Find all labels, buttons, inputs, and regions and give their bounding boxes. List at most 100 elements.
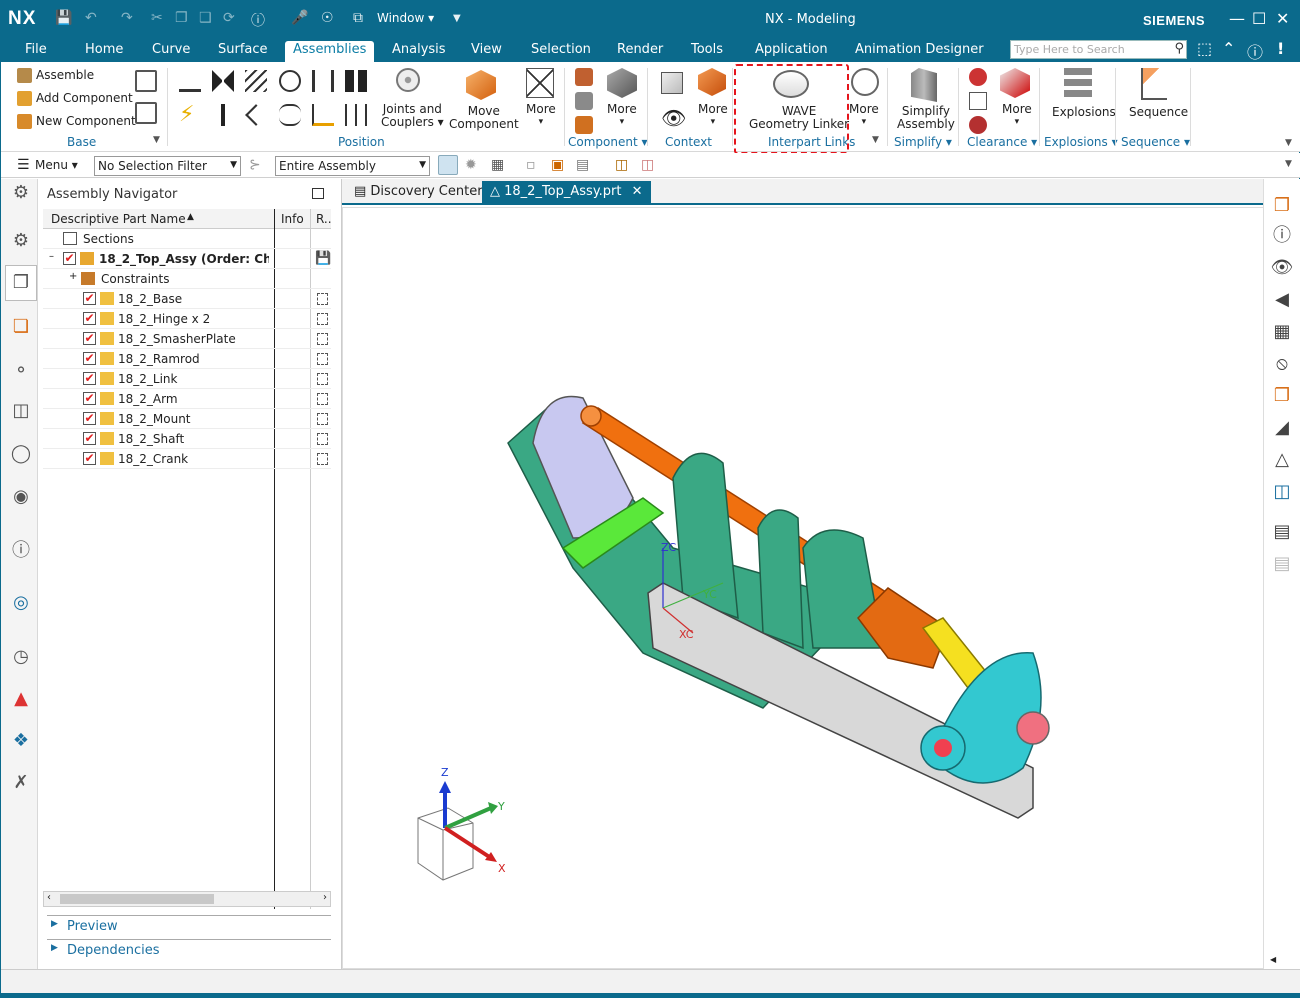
scroll-right-icon[interactable]: › (323, 892, 327, 903)
sequence-icon[interactable] (1141, 68, 1167, 100)
explosions-button[interactable]: Explosions (1052, 106, 1116, 119)
window-menu[interactable]: Window ▾ (377, 11, 434, 25)
sequence-button[interactable]: Sequence (1129, 106, 1188, 119)
fix-icon[interactable]: ⚡ (179, 104, 201, 126)
visualization-icon[interactable]: ▲ (9, 687, 33, 711)
menu-button[interactable]: Menu ▾ (35, 158, 78, 172)
sort-ascending-icon[interactable]: ▲ (187, 212, 194, 222)
navigator-restore-icon[interactable] (312, 188, 324, 199)
hide-component-icon[interactable]: ❐ (1269, 383, 1295, 409)
touch-mode-icon[interactable]: ☉ (321, 10, 334, 26)
hide-component-icon[interactable]: ◫ (641, 157, 654, 173)
more-position-icon[interactable] (526, 68, 554, 98)
window-icon[interactable]: ⧉ (353, 10, 363, 26)
joints-couplers-icon[interactable] (396, 68, 420, 92)
tree-row-component[interactable]: ✔ 18_2_Link (43, 369, 331, 389)
column-r[interactable]: R.. (316, 212, 332, 226)
minimize-icon[interactable]: — (1229, 9, 1245, 28)
sensor-icon[interactable]: ❖ (9, 729, 33, 753)
more-component-icon[interactable] (607, 68, 637, 98)
column-descriptive-part-name[interactable]: Descriptive Part Name (51, 212, 186, 226)
perpendicular-icon[interactable] (245, 104, 267, 126)
select-entire-icon[interactable]: ▣ (551, 157, 564, 173)
tab-analysis[interactable]: Analysis (384, 41, 454, 62)
concentric-icon[interactable] (279, 70, 301, 92)
tab-surface[interactable]: Surface (210, 41, 276, 62)
search-input[interactable]: Type Here to Search ⚲ (1010, 40, 1187, 59)
simplify-assembly-button[interactable]: Simplify Assembly (897, 105, 955, 131)
maximize-icon[interactable]: ☐ (1252, 9, 1266, 28)
clearance-browser-icon[interactable] (969, 68, 987, 86)
quickpick-icon[interactable]: ▤ (576, 157, 589, 173)
more-component-button[interactable]: More ▾ (607, 103, 637, 129)
tab-view[interactable]: View (463, 41, 510, 62)
tree-row-component[interactable]: ✔ 18_2_Hinge x 2 (43, 309, 331, 329)
roles-icon[interactable]: ◷ (9, 645, 33, 669)
clearance-sets-icon[interactable] (969, 92, 987, 110)
redo-icon[interactable]: ↷ (121, 10, 133, 26)
align-lock-icon[interactable] (312, 104, 334, 126)
info-icon[interactable]: ⓘ (1269, 223, 1295, 249)
tree-row-component[interactable]: ✔ 18_2_Mount (43, 409, 331, 429)
tree-row-component[interactable]: ✔ 18_2_Base (43, 289, 331, 309)
make-work-part-icon[interactable] (661, 72, 683, 94)
visibility-checkbox[interactable]: ✔ (83, 392, 96, 405)
hd3d-tools-icon[interactable]: ◫ (9, 399, 33, 423)
ground-icon[interactable] (179, 70, 201, 92)
tools-icon[interactable]: ✗ (9, 771, 33, 795)
tree-row-component[interactable]: ✔ 18_2_SmasherPlate (43, 329, 331, 349)
mirror-assembly-icon[interactable] (575, 92, 593, 110)
assemble-button[interactable]: Assemble (17, 68, 94, 83)
repeat-icon[interactable]: ⟳ (223, 10, 235, 26)
visibility-checkbox[interactable]: ✔ (83, 372, 96, 385)
constraint-navigator-icon[interactable]: ❏ (9, 315, 33, 339)
selection-scope-dropdown[interactable]: Entire Assembly ▼ (275, 156, 430, 176)
move-component-icon[interactable] (466, 70, 496, 100)
cut-icon[interactable]: ✂ (151, 10, 163, 26)
column-info[interactable]: Info (281, 212, 304, 226)
tab-file[interactable]: File (17, 41, 55, 62)
rail-more-icon[interactable]: ◀ (1270, 955, 1276, 964)
tree-row-sections[interactable]: Sections (43, 229, 331, 249)
process-studio-icon[interactable]: ◎ (9, 591, 33, 615)
show-component-icon[interactable]: ❐ (1269, 193, 1295, 219)
selection-filter-dropdown[interactable]: No Selection Filter ▼ (94, 156, 241, 176)
collapse-ribbon-icon[interactable]: ⌃ (1222, 39, 1235, 58)
filter-icon[interactable]: ⊱ (249, 157, 261, 173)
pattern-component-icon[interactable] (575, 68, 593, 86)
more-context-icon[interactable] (698, 68, 726, 96)
expand-icon[interactable]: + (69, 271, 77, 282)
component-family-icon[interactable] (135, 70, 157, 92)
joints-couplers-button[interactable]: Joints and Couplers ▾ (381, 103, 444, 129)
3d-viewport[interactable]: ZC YC XC Z Y X (342, 207, 1264, 969)
visibility-checkbox[interactable]: ✔ (83, 452, 96, 465)
previous-view-icon[interactable]: ◀ (1269, 287, 1295, 313)
tab-assemblies[interactable]: Assemblies (285, 41, 375, 62)
tab-discovery-center[interactable]: ▤ Discovery Center (346, 181, 491, 205)
more-context-button[interactable]: More ▾ (698, 103, 728, 129)
replace-icon[interactable] (575, 116, 593, 134)
assembly-navigator-icon[interactable]: ❐ (5, 265, 37, 301)
paste-icon[interactable]: ❑ (199, 10, 212, 26)
undo-icon[interactable]: ↶ (85, 10, 97, 26)
collapse-icon[interactable]: – (49, 251, 54, 262)
replace-reference-set-icon[interactable]: ▤ (1269, 551, 1295, 577)
tab-tools[interactable]: Tools (683, 41, 731, 62)
tree-row-component[interactable]: ✔ 18_2_Arm (43, 389, 331, 409)
selbar-options-icon[interactable]: ▼ (1285, 159, 1292, 169)
visibility-checkbox[interactable]: ✔ (83, 312, 96, 325)
more-clearance-icon[interactable] (1000, 68, 1030, 98)
tab-home[interactable]: Home (77, 41, 131, 62)
more-clearance-button[interactable]: More ▾ (1002, 103, 1032, 129)
visibility-checkbox[interactable]: ✔ (83, 412, 96, 425)
tab-animation-designer[interactable]: Animation Designer (847, 41, 992, 62)
tree-row-constraints[interactable]: + Constraints (43, 269, 331, 289)
tab-selection[interactable]: Selection (523, 41, 599, 62)
analyze-clearance-icon[interactable] (969, 116, 987, 134)
distance-icon[interactable] (312, 70, 334, 92)
hide-icon[interactable]: 👁 (1269, 255, 1295, 281)
scroll-left-icon[interactable]: ‹ (47, 892, 51, 903)
settings-icon[interactable]: ⚙ (9, 181, 33, 205)
explosions-icon[interactable] (1064, 68, 1092, 100)
info-icon[interactable]: ⓘ (251, 10, 265, 30)
